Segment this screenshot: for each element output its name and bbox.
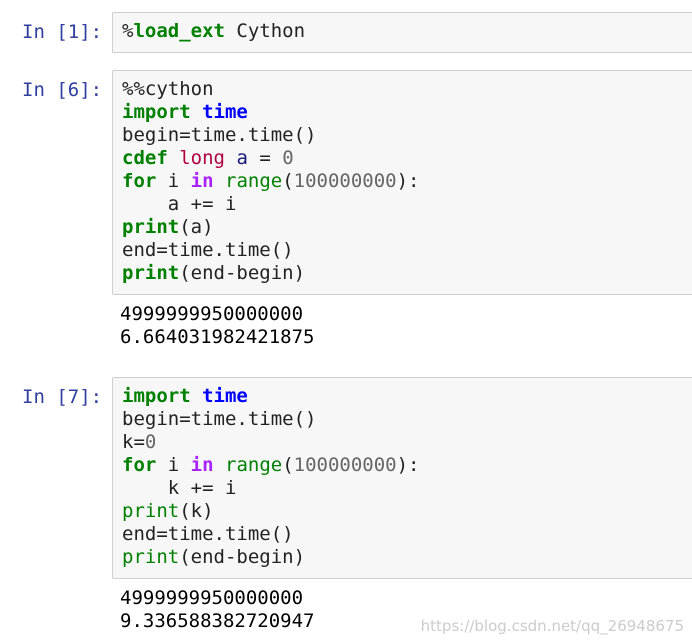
code-line: end=time.time() [122, 239, 692, 262]
code-token: (end-begin) [179, 262, 306, 284]
code-token: ( [282, 170, 294, 192]
output-line: 9.336588382720947 [120, 610, 315, 632]
code-token: = [247, 147, 283, 169]
code-token: range [225, 170, 283, 192]
code-input-area[interactable]: %load_ext Cython [112, 12, 692, 53]
code-token: end=time.time() [122, 523, 294, 545]
code-token: time [202, 385, 248, 407]
code-token: begin=time.time() [122, 408, 317, 430]
input-prompt: In [1]: [22, 21, 103, 43]
code-token: print [122, 500, 180, 522]
code-line: end=time.time() [122, 523, 692, 546]
code-token: import [122, 101, 191, 123]
code-token: i [156, 170, 191, 192]
code-line: a += i [122, 193, 692, 216]
code-line: print(a) [122, 216, 692, 239]
code-token: (k) [179, 500, 214, 522]
code-line: print(end-begin) [122, 262, 692, 285]
code-token: 100000000 [293, 170, 397, 192]
watermark-text: https://blog.csdn.net/qq_26948675 [420, 617, 684, 635]
output-line: 6.664031982421875 [120, 326, 315, 348]
output-area: 4999999950000000 9.336588382720947 [120, 587, 314, 633]
code-token: ( [282, 454, 294, 476]
code-token: (a) [179, 216, 214, 238]
code-token: range [225, 454, 283, 476]
code-token: k += i [122, 477, 237, 499]
code-token: begin=time.time() [122, 124, 317, 146]
code-token: print [122, 216, 180, 238]
code-line: import time [122, 385, 692, 408]
code-token: in [190, 170, 214, 192]
code-line: print(k) [122, 500, 692, 523]
code-line: %load_ext Cython [122, 20, 692, 43]
code-line: begin=time.time() [122, 408, 692, 431]
code-line: cdef long a = 0 [122, 147, 692, 170]
output-line: 4999999950000000 [120, 303, 304, 325]
code-token: long [179, 147, 225, 169]
code-token: end=time.time() [122, 239, 294, 261]
code-token: Cython [224, 20, 306, 42]
code-line: begin=time.time() [122, 124, 692, 147]
code-token: time [202, 101, 248, 123]
input-prompt: In [6]: [22, 79, 103, 101]
code-line: k=0 [122, 431, 692, 454]
code-line: for i in range(100000000): [122, 170, 692, 193]
code-token: %%cython [122, 78, 214, 100]
code-token: i [156, 454, 191, 476]
code-line: %%cython [122, 78, 692, 101]
code-token: (end-begin) [179, 546, 306, 568]
code-token: k= [122, 431, 145, 453]
code-token: % [122, 20, 134, 42]
code-token: print [122, 546, 180, 568]
code-token: a [236, 147, 248, 169]
output-area: 4999999950000000 6.664031982421875 [120, 303, 314, 349]
code-token: 0 [282, 147, 294, 169]
code-token: for [122, 454, 157, 476]
code-input-area[interactable]: import time begin=time.time() k=0 for i in … [112, 377, 692, 579]
code-line: k += i [122, 477, 692, 500]
code-token: 100000000 [293, 454, 397, 476]
code-line: print(end-begin) [122, 546, 692, 569]
code-token: for [122, 170, 157, 192]
code-token: ): [396, 170, 420, 192]
code-token: load_ext [133, 20, 225, 42]
code-token: ): [396, 454, 420, 476]
code-token: cdef [122, 147, 168, 169]
code-token: print [122, 262, 180, 284]
code-token: import [122, 385, 191, 407]
code-token: in [190, 454, 214, 476]
code-line: import time [122, 101, 692, 124]
output-line: 4999999950000000 [120, 587, 304, 609]
input-prompt: In [7]: [22, 386, 103, 408]
code-token: a += i [122, 193, 237, 215]
code-token: 0 [144, 431, 157, 453]
code-line: for i in range(100000000): [122, 454, 692, 477]
code-input-area[interactable]: %%cython import time begin=time.time() cdef… [112, 70, 692, 295]
